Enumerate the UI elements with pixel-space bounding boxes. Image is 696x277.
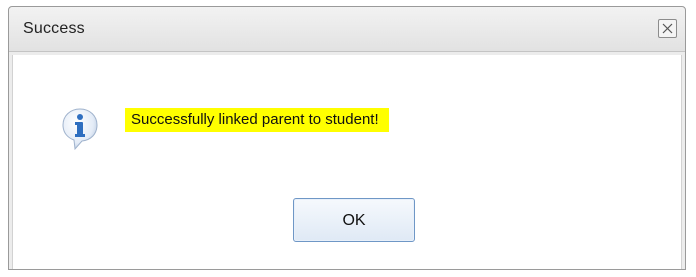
- dialog-body: Successfully linked parent to student! O…: [12, 55, 682, 269]
- success-dialog: Success Successfully linked parent to st…: [8, 6, 686, 270]
- close-button[interactable]: [658, 19, 677, 38]
- ok-button[interactable]: OK: [293, 198, 415, 242]
- dialog-message: Successfully linked parent to student!: [125, 108, 389, 132]
- dialog-titlebar[interactable]: Success: [9, 7, 685, 52]
- dialog-title: Success: [23, 20, 85, 37]
- info-icon: [62, 108, 98, 151]
- close-icon: [662, 23, 673, 34]
